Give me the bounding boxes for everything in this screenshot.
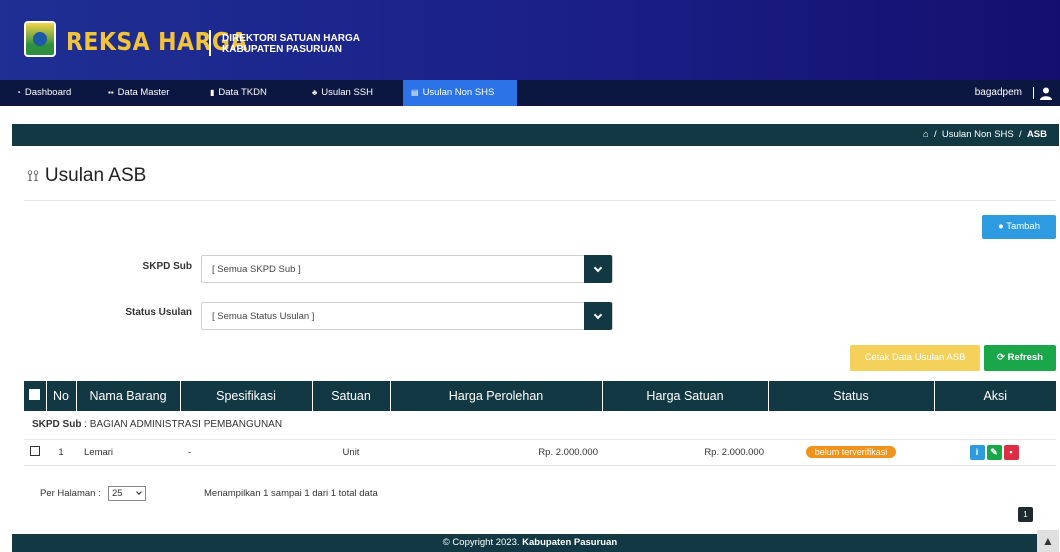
skpd-sub-select[interactable]: [ Semua SKPD Sub ] bbox=[201, 255, 613, 283]
row-harga-satuan: Rp. 2.000.000 bbox=[602, 439, 768, 466]
document-icon: ▤ bbox=[411, 88, 419, 97]
group-cell: SKPD Sub : BAGIAN ADMINISTRASI PEMBANGUN… bbox=[24, 411, 1056, 440]
header-no: No bbox=[46, 381, 77, 411]
row-spesifikasi: - bbox=[180, 439, 312, 466]
header-aksi: Aksi bbox=[934, 381, 1056, 411]
breadcrumb-parent[interactable]: Usulan Non SHS bbox=[942, 129, 1014, 140]
brand-title: REKSA HARGA bbox=[66, 27, 248, 56]
table-row: 1 Lemari - Unit Rp. 2.000.000 Rp. 2.000.… bbox=[24, 439, 1056, 466]
status-usulan-label: Status Usulan bbox=[125, 307, 192, 318]
per-page-label: Per Halaman : bbox=[40, 488, 101, 499]
status-usulan-value: [ Semua Status Usulan ] bbox=[212, 311, 315, 322]
nav-usulan-non-shs-label: Usulan Non SHS bbox=[422, 87, 495, 98]
home-icon[interactable]: ⌂ bbox=[923, 129, 929, 140]
refresh-label: Refresh bbox=[1007, 352, 1043, 363]
page-title-text: Usulan ASB bbox=[44, 165, 147, 186]
page-title: ⟟⟟ Usulan ASB bbox=[27, 165, 146, 187]
grid-icon: ▪▪ bbox=[108, 88, 114, 97]
footer: © Copyright 2023. Kabupaten Pasuruan bbox=[12, 534, 1048, 552]
dashboard-icon: ◔ bbox=[16, 88, 21, 97]
brand-subtitle: DIREKTORI SATUAN HARGA KABUPATEN PASURUA… bbox=[222, 33, 360, 55]
header-status[interactable]: Status bbox=[768, 381, 935, 411]
users-icon: ♣ bbox=[312, 88, 318, 97]
info-icon[interactable]: i bbox=[969, 444, 985, 460]
brand-subtitle-line2: KABUPATEN PASURUAN bbox=[222, 44, 342, 55]
page-button[interactable]: 1 bbox=[1018, 507, 1033, 522]
breadcrumb-current: ASB bbox=[1026, 129, 1047, 140]
user-name[interactable]: bagadpem bbox=[975, 80, 1022, 106]
delete-icon[interactable]: ▪ bbox=[1003, 444, 1019, 460]
status-badge: belum terverifikasi bbox=[805, 446, 897, 458]
nav-divider bbox=[1033, 87, 1034, 99]
row-actions: i ✎ ▪ bbox=[934, 439, 1056, 466]
plus-icon: ● bbox=[997, 221, 1004, 232]
header-harga-perolehan[interactable]: Harga Perolehan bbox=[390, 381, 603, 411]
chevron-down-icon[interactable] bbox=[584, 302, 612, 330]
tambah-label: Tambah bbox=[1006, 221, 1041, 232]
row-satuan: Unit bbox=[312, 439, 390, 466]
nav-usulan-ssh[interactable]: ♣ Usulan SSH bbox=[304, 80, 381, 106]
user-icon[interactable] bbox=[1040, 87, 1052, 100]
app-header: REKSA HARGA DIREKTORI SATUAN HARGA KABUP… bbox=[0, 0, 1060, 80]
group-value: BAGIAN ADMINISTRASI PEMBANGUNAN bbox=[89, 419, 283, 431]
per-page-select[interactable]: 25 bbox=[108, 486, 146, 501]
nav-usulan-non-shs[interactable]: ▤ Usulan Non SHS bbox=[403, 80, 517, 106]
tambah-button[interactable]: ● Tambah bbox=[982, 215, 1056, 239]
header-nama-barang[interactable]: Nama Barang bbox=[76, 381, 181, 411]
nav-dashboard-label: Dashboard bbox=[24, 87, 72, 98]
nav-usulan-ssh-label: Usulan SSH bbox=[321, 87, 373, 98]
row-checkbox[interactable] bbox=[24, 439, 46, 466]
nav-dashboard[interactable]: ◔ Dashboard bbox=[8, 80, 79, 106]
tags-icon: ⟟⟟ bbox=[27, 168, 39, 185]
status-usulan-select[interactable]: [ Semua Status Usulan ] bbox=[201, 302, 613, 330]
info-icon: ▮ bbox=[210, 88, 215, 97]
nav-data-master-label: Data Master bbox=[117, 87, 170, 98]
usulan-table: No Nama Barang Spesifikasi Satuan Harga … bbox=[24, 381, 1056, 466]
refresh-button[interactable]: ⟳ Refresh bbox=[984, 345, 1056, 371]
header-satuan[interactable]: Satuan bbox=[312, 381, 391, 411]
chevron-down-icon[interactable] bbox=[584, 255, 612, 283]
select-all-checkbox[interactable] bbox=[24, 381, 47, 411]
row-nama: Lemari bbox=[76, 439, 180, 466]
nav-data-tkdn[interactable]: ▮ Data TKDN bbox=[202, 80, 275, 106]
group-row: SKPD Sub : BAGIAN ADMINISTRASI PEMBANGUN… bbox=[24, 411, 1056, 440]
footer-copyright: © Copyright 2023. bbox=[442, 537, 520, 548]
divider bbox=[24, 200, 1056, 201]
kabupaten-logo bbox=[24, 21, 56, 57]
showing-info: Menampilkan 1 sampai 1 dari 1 total data bbox=[204, 488, 378, 499]
row-status-cell: belum terverifikasi bbox=[768, 439, 934, 466]
header-harga-satuan[interactable]: Harga Satuan bbox=[602, 381, 769, 411]
scroll-top-button[interactable]: ▲ bbox=[1037, 530, 1059, 552]
refresh-icon: ⟳ bbox=[997, 352, 1005, 363]
main-nav: ◔ Dashboard ▪▪ Data Master ▮ Data TKDN ♣ Usu… bbox=[0, 80, 1060, 106]
row-no: 1 bbox=[46, 439, 76, 466]
cetak-button[interactable]: Cetak Data Usulan ASB bbox=[850, 345, 980, 371]
table-header-row: No Nama Barang Spesifikasi Satuan Harga … bbox=[24, 381, 1056, 411]
group-label: SKPD Sub bbox=[32, 419, 82, 431]
nav-data-tkdn-label: Data TKDN bbox=[218, 87, 267, 98]
edit-icon[interactable]: ✎ bbox=[986, 444, 1002, 460]
brand-subtitle-line1: DIREKTORI SATUAN HARGA bbox=[222, 33, 360, 44]
skpd-sub-label: SKPD Sub bbox=[142, 261, 192, 272]
footer-org[interactable]: Kabupaten Pasuruan bbox=[522, 537, 617, 548]
nav-data-master[interactable]: ▪▪ Data Master bbox=[100, 80, 177, 106]
skpd-sub-value: [ Semua SKPD Sub ] bbox=[212, 264, 301, 275]
breadcrumb: ⌂ / Usulan Non SHS / ASB bbox=[12, 124, 1059, 146]
row-harga-perolehan: Rp. 2.000.000 bbox=[390, 439, 602, 466]
brand-divider bbox=[209, 30, 211, 56]
breadcrumb-trail: ⌂ / Usulan Non SHS / ASB bbox=[922, 129, 1047, 140]
header-spesifikasi[interactable]: Spesifikasi bbox=[180, 381, 313, 411]
